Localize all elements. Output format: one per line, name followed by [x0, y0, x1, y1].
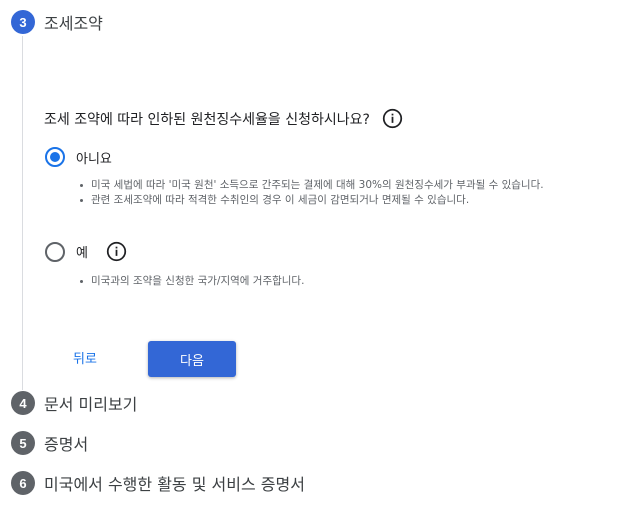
option-no[interactable]: 아니요 — [45, 147, 112, 167]
option-no-details: 미국 세법에 따라 '미국 원천' 소득으로 간주되는 결제에 대해 30%의 … — [78, 178, 544, 208]
step-number-badge: 5 — [11, 431, 35, 455]
option-yes-details: 미국과의 조약을 신청한 국가/지역에 거주합니다. — [78, 274, 304, 289]
step-3-header: 3 조세조약 — [11, 10, 103, 34]
list-item: 관련 조세조약에 따라 적격한 수취인의 경우 이 세금이 감면되거나 면제될 … — [78, 193, 544, 208]
step-title: 증명서 — [44, 435, 89, 454]
step-title: 문서 미리보기 — [44, 395, 138, 414]
info-icon[interactable] — [382, 108, 403, 129]
step-title: 미국에서 수행한 활동 및 서비스 증명서 — [44, 475, 305, 494]
list-item: 미국 세법에 따라 '미국 원천' 소득으로 간주되는 결제에 대해 30%의 … — [78, 178, 544, 193]
back-button[interactable]: 뒤로 — [73, 348, 97, 367]
radio-yes[interactable] — [45, 241, 65, 262]
stepper-connector-line — [22, 36, 23, 390]
option-yes-label: 예 — [76, 246, 88, 261]
step-5-header[interactable]: 5 증명서 — [11, 431, 88, 455]
treaty-question: 조세 조약에 따라 인하된 원천징수세율을 신청하시나요? — [44, 108, 403, 129]
option-no-label: 아니요 — [76, 151, 112, 167]
step-4-header[interactable]: 4 문서 미리보기 — [11, 391, 137, 415]
option-yes[interactable]: 예 — [45, 241, 127, 262]
step-number-badge: 4 — [11, 391, 35, 415]
step-number-badge: 3 — [11, 10, 35, 34]
radio-no[interactable] — [45, 147, 65, 167]
question-text: 조세 조약에 따라 인하된 원천징수세율을 신청하시나요? — [44, 111, 370, 128]
step-6-header[interactable]: 6 미국에서 수행한 활동 및 서비스 증명서 — [11, 471, 305, 495]
list-item: 미국과의 조약을 신청한 국가/지역에 거주합니다. — [78, 274, 304, 289]
next-button[interactable]: 다음 — [148, 341, 236, 377]
step-number-badge: 6 — [11, 471, 35, 495]
info-icon[interactable] — [106, 241, 127, 262]
step-title: 조세조약 — [44, 14, 103, 33]
